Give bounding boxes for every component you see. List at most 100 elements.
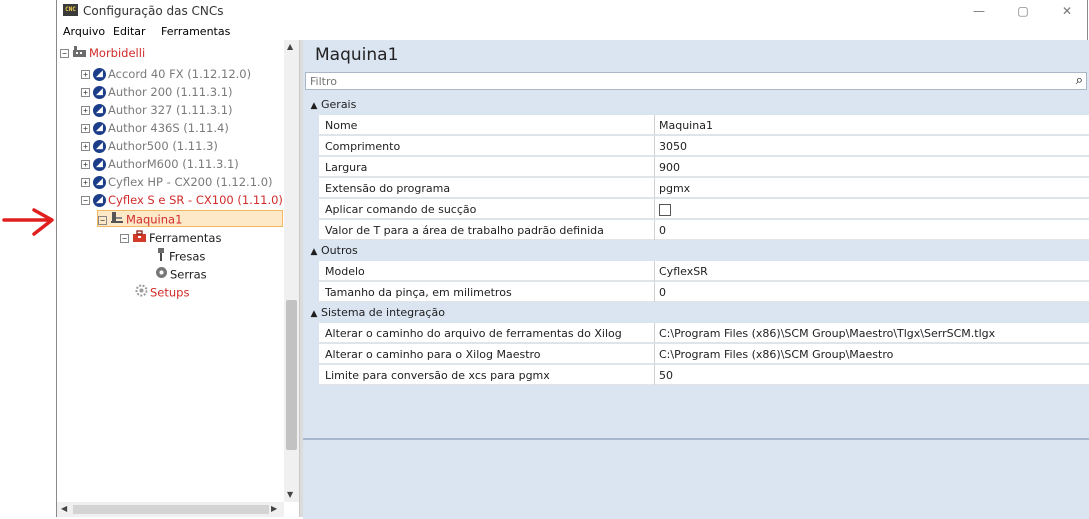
- tree-item-fresas[interactable]: Fresas: [155, 248, 205, 265]
- collapse-icon[interactable]: −: [98, 215, 107, 225]
- category-gerais[interactable]: ▲ Gerais: [305, 95, 1089, 115]
- tree-label: Setups: [150, 285, 190, 300]
- maximize-button[interactable]: ▢: [1001, 0, 1045, 24]
- tree-label: Author 436S (1.11.4): [108, 121, 229, 135]
- machine-logo-icon: ◢: [93, 68, 106, 81]
- category-label: Outros: [321, 244, 358, 257]
- collapse-caret-icon[interactable]: ▲: [307, 242, 321, 262]
- tree-item-serras[interactable]: Serras: [155, 266, 207, 283]
- property-name: Aplicar comando de sucção: [319, 199, 654, 219]
- annotation-arrow: [2, 208, 54, 236]
- property-value[interactable]: 3050: [655, 136, 1089, 156]
- expand-icon[interactable]: +: [81, 160, 90, 169]
- tree-item-machine-expanded[interactable]: − ◢ Cyflex S e SR - CX100 (1.11.0): [81, 192, 283, 209]
- scroll-up-icon[interactable]: ▲: [287, 42, 293, 51]
- collapse-caret-icon[interactable]: ▲: [307, 96, 321, 116]
- tree-item-machine[interactable]: + ◢ Author 436S (1.11.4): [81, 120, 229, 137]
- tree-item-setups[interactable]: Setups: [135, 284, 189, 301]
- saw-blade-icon: [155, 266, 168, 284]
- tree-item-machine[interactable]: + ◢ Author 327 (1.11.3.1): [81, 102, 233, 119]
- property-value[interactable]: 0: [655, 282, 1089, 302]
- tree-label: Maquina1: [126, 212, 183, 227]
- property-value[interactable]: C:\Program Files (x86)\SCM Group\Maestro…: [655, 323, 1089, 343]
- expand-icon[interactable]: +: [81, 142, 90, 151]
- tree-item-maquina1[interactable]: − Maquina1: [97, 210, 283, 227]
- property-value[interactable]: 900: [655, 157, 1089, 177]
- property-row[interactable]: Tamanho da pinça, em milimetros 0: [305, 282, 1089, 303]
- toolbox-icon: [132, 230, 147, 247]
- machine-logo-icon: ◢: [93, 122, 106, 135]
- tree-label: AuthorM600 (1.11.3.1): [108, 157, 239, 171]
- menu-editar[interactable]: Editar: [113, 25, 146, 38]
- machine-logo-icon: ◢: [93, 158, 106, 171]
- property-row[interactable]: Valor de T para a área de trabalho padrã…: [305, 220, 1089, 241]
- property-name: Limite para conversão de xcs para pgmx: [319, 365, 654, 385]
- scroll-left-icon[interactable]: ◀: [61, 504, 67, 513]
- property-row[interactable]: Extensão do programa pgmx: [305, 178, 1089, 199]
- property-value[interactable]: Maquina1: [655, 115, 1089, 135]
- tree-item-machine[interactable]: + ◢ AuthorM600 (1.11.3.1): [81, 156, 239, 173]
- property-value[interactable]: C:\Program Files (x86)\SCM Group\Maestro: [655, 344, 1089, 364]
- property-panel: Maquina1 ⌕ ▲Gerais NomeMaquina1 Comprime…: [303, 40, 1089, 519]
- expand-icon[interactable]: +: [81, 70, 90, 79]
- menu-bar: Arquivo Editar Ferramentas: [57, 24, 1087, 40]
- tree-vertical-scrollbar[interactable]: ▲ ▼: [284, 40, 299, 502]
- suction-checkbox[interactable]: [659, 204, 671, 216]
- tree-label: Author500 (1.11.3): [108, 139, 218, 153]
- close-button[interactable]: ✕: [1045, 0, 1089, 24]
- property-row[interactable]: Alterar o caminho para o Xilog Maestro C:…: [305, 344, 1089, 365]
- collapse-caret-icon[interactable]: ▲: [307, 304, 321, 324]
- scroll-down-icon[interactable]: ▼: [287, 490, 293, 499]
- expand-icon[interactable]: +: [81, 88, 90, 97]
- category-outros[interactable]: ▲ Outros: [305, 241, 1089, 261]
- collapse-icon[interactable]: −: [60, 49, 69, 58]
- hscroll-thumb[interactable]: [73, 505, 269, 514]
- scroll-right-icon[interactable]: ▶: [271, 504, 277, 513]
- property-row[interactable]: Largura 900: [305, 157, 1089, 178]
- property-value[interactable]: 0: [655, 220, 1089, 240]
- machine-icon: [110, 211, 124, 229]
- machine-logo-icon: ◢: [93, 104, 106, 117]
- property-row[interactable]: Alterar o caminho do arquivo de ferramen…: [305, 323, 1089, 361]
- property-row[interactable]: Limite para conversão de xcs para pgmx 50: [305, 365, 1089, 386]
- property-value: [655, 199, 1089, 219]
- description-pane: [303, 438, 1089, 519]
- property-row[interactable]: Modelo CyflexSR: [305, 261, 1089, 282]
- collapse-icon[interactable]: −: [81, 196, 90, 205]
- tree-item-morbidelli[interactable]: − Morbidelli: [60, 45, 145, 62]
- property-name: Valor de T para a área de trabalho padrã…: [319, 220, 654, 240]
- machine-tree: − Morbidelli + ◢ Accord 40 FX (1.12.12.0) +…: [57, 40, 300, 517]
- tree-item-machine[interactable]: + ◢ Cyflex HP - CX200 (1.12.1.0): [81, 174, 273, 191]
- machine-logo-icon: ◢: [93, 176, 106, 189]
- search-icon[interactable]: ⌕: [1076, 73, 1083, 88]
- tree-item-machine[interactable]: + ◢ Author500 (1.11.3): [81, 138, 218, 155]
- expand-icon[interactable]: +: [81, 106, 90, 115]
- property-name: Nome: [319, 115, 654, 135]
- expand-icon[interactable]: +: [81, 178, 90, 187]
- minimize-button[interactable]: —: [957, 0, 1001, 24]
- property-row[interactable]: Aplicar comando de sucção: [305, 199, 1089, 220]
- property-row[interactable]: Nome Maquina1: [305, 115, 1089, 136]
- tree-item-machine[interactable]: + ◢ Author 200 (1.11.3.1): [81, 84, 233, 101]
- property-row[interactable]: Comprimento 3050: [305, 136, 1089, 157]
- tree-horizontal-scrollbar[interactable]: ◀ ▶: [57, 502, 284, 517]
- tree-item-ferramentas[interactable]: − Ferramentas: [120, 230, 221, 247]
- title-bar: CNC Configuração das CNCs — ▢ ✕: [57, 0, 1087, 24]
- category-sistema-de-integracao[interactable]: ▲ Sistema de integração: [305, 303, 1089, 323]
- property-value[interactable]: pgmx: [655, 178, 1089, 198]
- collapse-icon[interactable]: −: [120, 234, 129, 243]
- tree-item-machine[interactable]: + ◢ Accord 40 FX (1.12.12.0): [81, 66, 251, 83]
- machine-logo-icon: ◢: [93, 86, 106, 99]
- expand-icon[interactable]: +: [81, 124, 90, 133]
- milling-tool-icon: [155, 248, 167, 266]
- menu-ferramentas[interactable]: Ferramentas: [161, 25, 230, 38]
- scroll-thumb[interactable]: [286, 300, 297, 450]
- filter-input[interactable]: [306, 73, 1054, 89]
- property-name: Modelo: [319, 261, 654, 281]
- tree-label: Fresas: [169, 249, 206, 264]
- property-value[interactable]: 50: [655, 365, 1089, 385]
- tree-label: Morbidelli: [89, 46, 146, 60]
- filter-box[interactable]: ⌕: [305, 72, 1087, 90]
- menu-arquivo[interactable]: Arquivo: [63, 25, 105, 38]
- property-value[interactable]: CyflexSR: [655, 261, 1089, 281]
